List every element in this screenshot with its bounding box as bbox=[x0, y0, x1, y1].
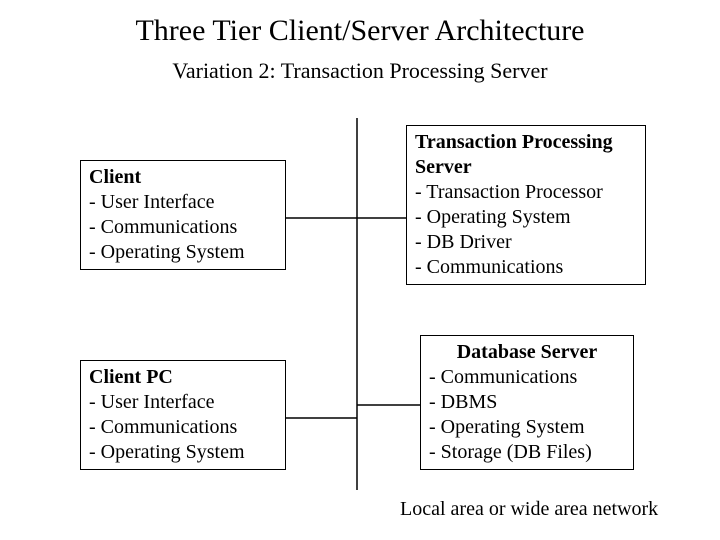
box-client-header: Client bbox=[89, 165, 277, 190]
box-client-pc: Client PC - User Interface - Communicati… bbox=[80, 360, 286, 470]
box-client-pc-item: - Operating System bbox=[89, 440, 277, 465]
box-client-item: - User Interface bbox=[89, 190, 277, 215]
box-client-item: - Communications bbox=[89, 215, 277, 240]
box-tp-server: Transaction Processing Server - Transact… bbox=[406, 125, 646, 285]
box-db-server-header: Database Server bbox=[429, 340, 625, 365]
box-client: Client - User Interface - Communications… bbox=[80, 160, 286, 270]
diagram-subtitle: Variation 2: Transaction Processing Serv… bbox=[0, 58, 720, 84]
diagram-title: Three Tier Client/Server Architecture bbox=[0, 14, 720, 48]
box-db-server-item: - Storage (DB Files) bbox=[429, 440, 625, 465]
box-db-server: Database Server - Communications - DBMS … bbox=[420, 335, 634, 470]
box-tp-server-item: - Transaction Processor bbox=[415, 180, 637, 205]
box-client-pc-item: - User Interface bbox=[89, 390, 277, 415]
box-client-pc-header: Client PC bbox=[89, 365, 277, 390]
box-db-server-item: - DBMS bbox=[429, 390, 625, 415]
box-tp-server-item: - Communications bbox=[415, 255, 637, 280]
box-tp-server-item: - Operating System bbox=[415, 205, 637, 230]
box-client-pc-item: - Communications bbox=[89, 415, 277, 440]
network-caption: Local area or wide area network bbox=[400, 498, 658, 521]
box-tp-server-header: Transaction Processing Server bbox=[415, 130, 637, 180]
box-tp-server-item: - DB Driver bbox=[415, 230, 637, 255]
box-db-server-item: - Operating System bbox=[429, 415, 625, 440]
box-client-item: - Operating System bbox=[89, 240, 277, 265]
box-db-server-item: - Communications bbox=[429, 365, 625, 390]
